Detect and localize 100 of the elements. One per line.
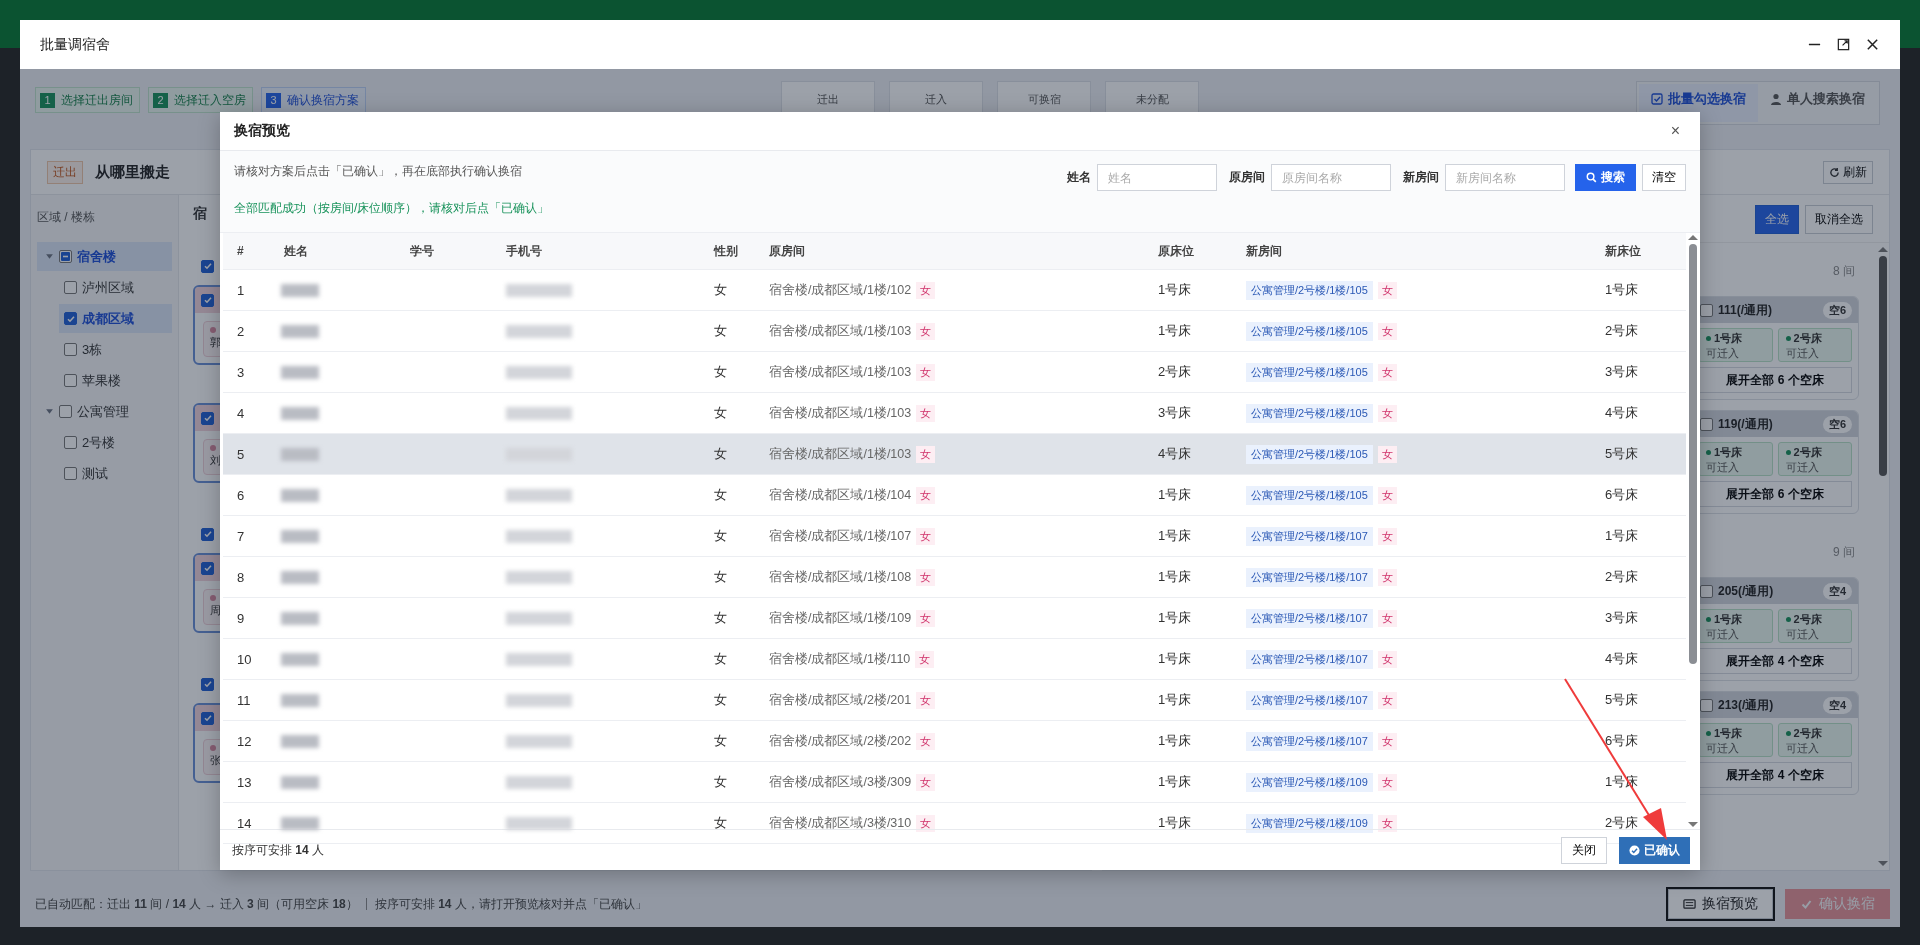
checkbox[interactable]	[64, 312, 77, 325]
bed-chip[interactable]: 1号床 可迁入	[1698, 328, 1773, 362]
dialog-title: 批量调宿舍	[40, 35, 110, 54]
clear-button[interactable]: 清空	[1642, 164, 1686, 191]
expand-button[interactable]: 展开全部 6 个空床	[1698, 481, 1852, 507]
checkmark-icon	[202, 713, 213, 723]
tree-item[interactable]: 2号楼	[59, 428, 172, 457]
checkbox[interactable]	[1700, 698, 1713, 712]
table-cell: 女	[714, 527, 727, 545]
blurred-phone	[506, 734, 572, 748]
vacancy-badge: 空6	[1822, 301, 1852, 319]
success-message: 全部匹配成功（按房间/床位顺序），请核对后点「已确认」	[234, 200, 550, 217]
table-cell: 女	[714, 568, 727, 586]
confirm-button[interactable]: 已确认	[1619, 836, 1690, 864]
checkbox[interactable]	[1700, 417, 1713, 431]
bed-chip[interactable]: 2号床 可迁入	[1777, 609, 1852, 643]
bed-chip[interactable]: 1号床 可迁入	[1698, 723, 1773, 757]
deselect-all-button[interactable]: 取消全选	[1805, 205, 1873, 234]
bed-chip[interactable]: 1号床 可迁入	[1698, 609, 1773, 643]
table-cell: 6	[237, 487, 245, 503]
close-button[interactable]: ×	[1666, 122, 1684, 140]
bed-chip[interactable]: 2号床 可迁入	[1777, 328, 1852, 362]
tree-label: 成都区域	[82, 309, 134, 328]
expand-button[interactable]: 展开全部 6 个空床	[1698, 367, 1852, 393]
column-header: 新床位	[1605, 242, 1642, 260]
tree-item[interactable]: 3栋	[59, 335, 172, 364]
blurred-name	[281, 447, 319, 461]
gender-tag: 女	[916, 363, 936, 381]
table-cell: 3号床	[1158, 404, 1192, 422]
tree-item[interactable]: 苹果楼	[59, 366, 172, 395]
checkbox[interactable]	[201, 411, 214, 425]
caret-icon[interactable]	[45, 407, 54, 416]
maximize-icon[interactable]	[1836, 37, 1851, 52]
table-cell: 1号床	[1158, 732, 1192, 750]
expand-button[interactable]: 展开全部 4 个空床	[1698, 762, 1852, 788]
checkbox[interactable]	[64, 436, 77, 449]
close-icon[interactable]	[1865, 37, 1880, 52]
room-name: 213(/通用)	[1718, 696, 1774, 714]
checkbox[interactable]	[201, 527, 214, 541]
notice-text: 请核对方案后点击「已确认」，再在底部执行确认换宿	[234, 163, 523, 180]
room-tag: 公寓管理/2号楼/1楼/105	[1246, 362, 1373, 382]
tag: 迁出	[47, 160, 83, 184]
tree-item[interactable]: 成都区域	[59, 304, 172, 333]
table-cell: 女	[714, 650, 727, 668]
step-label: 确认换宿方案	[287, 91, 359, 109]
room-path: 宿舍楼/成都区域/1楼/104	[769, 486, 912, 504]
table-cell: 6号床	[1605, 732, 1639, 750]
table-cell: 2号床	[1605, 322, 1639, 340]
bed-chip[interactable]: 2号床 可迁入	[1777, 442, 1852, 476]
checkbox[interactable]	[201, 677, 214, 691]
caret-icon[interactable]	[45, 252, 54, 261]
select-all-button[interactable]: 全选	[1755, 205, 1799, 234]
table-cell: 1号床	[1158, 486, 1192, 504]
tree-label: 3栋	[82, 340, 103, 359]
checkbox[interactable]	[59, 405, 72, 418]
tree-item[interactable]: 公寓管理	[37, 397, 172, 426]
blurred-phone	[506, 365, 572, 379]
checkbox[interactable]	[1700, 584, 1713, 598]
expand-button[interactable]: 展开全部 4 个空床	[1698, 648, 1852, 674]
bed-chip[interactable]: 2号床 可迁入	[1777, 723, 1852, 757]
blurred-name	[281, 365, 319, 379]
checkbox[interactable]	[64, 467, 77, 480]
bed-chip[interactable]: 1号床 可迁入	[1698, 442, 1773, 476]
table-cell: 6号床	[1605, 486, 1639, 504]
checkbox[interactable]	[64, 281, 77, 294]
room-tag: 公寓管理/2号楼/1楼/109	[1246, 813, 1373, 833]
search-icon	[1586, 172, 1597, 183]
tree-item[interactable]: 测试	[59, 459, 172, 488]
checkbox[interactable]	[1700, 303, 1713, 317]
table-cell: 4	[237, 405, 245, 421]
table-cell: 女	[714, 363, 727, 381]
checkbox[interactable]	[201, 259, 214, 273]
room-path: 宿舍楼/成都区域/1楼/108	[769, 568, 912, 586]
table-cell: 女	[714, 609, 727, 627]
tree-item[interactable]: 宿舍楼	[37, 242, 172, 271]
search-button[interactable]: 搜索	[1575, 164, 1636, 191]
gender-tag: 女	[1377, 486, 1397, 504]
table-cell: 2号床	[1158, 363, 1192, 381]
room-path: 宿舍楼/成都区域/2楼/202	[769, 732, 912, 750]
preview-button[interactable]: 换宿预览	[1668, 889, 1773, 919]
table-cell: 女	[714, 773, 727, 791]
tree-item[interactable]: 泸州区域	[59, 273, 172, 302]
table-cell: 1号床	[1605, 281, 1639, 299]
filter-field[interactable]: 新房间名称	[1445, 164, 1565, 191]
checkbox[interactable]	[201, 293, 214, 307]
checkbox[interactable]	[201, 561, 214, 575]
table-cell: 14	[237, 815, 252, 831]
mode-tab[interactable]: 单人搜索换宿	[1758, 84, 1877, 122]
checkmark-icon	[202, 261, 213, 271]
filter-field[interactable]: 姓名	[1097, 164, 1217, 191]
scrollbar[interactable]	[1686, 233, 1700, 829]
checkmark-icon	[202, 413, 213, 423]
filter-field[interactable]: 原房间名称	[1271, 164, 1391, 191]
checkbox[interactable]	[201, 711, 214, 725]
gender-tag: 女	[1377, 732, 1397, 750]
checkbox[interactable]	[64, 343, 77, 356]
refresh-button[interactable]: 刷新	[1823, 160, 1873, 184]
table-cell: 1号床	[1158, 568, 1192, 586]
checkbox[interactable]	[64, 374, 77, 387]
table-cell: 3	[237, 364, 245, 380]
